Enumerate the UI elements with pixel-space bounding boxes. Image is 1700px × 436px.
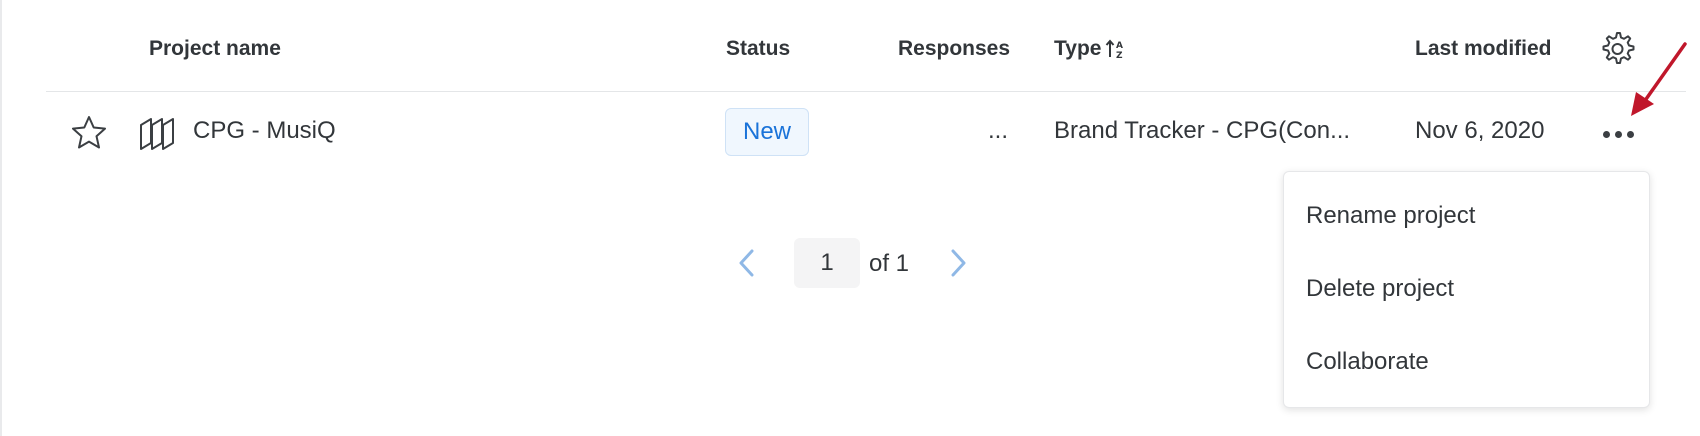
status-badge: New <box>725 108 809 156</box>
more-dots-icon <box>1614 130 1622 138</box>
annotation-arrow-icon <box>1631 42 1687 116</box>
column-header-type-label: Type <box>1054 37 1102 60</box>
svg-text:A: A <box>1116 41 1123 51</box>
menu-item-delete-project[interactable]: Delete project <box>1306 275 1454 303</box>
table-row[interactable]: CPG - MusiQ New ... Brand Tracker - CPG(… <box>46 93 1686 173</box>
project-stack-icon <box>140 118 174 150</box>
column-header-responses[interactable]: Responses <box>898 37 1010 61</box>
project-actions-menu: Rename project Delete project Collaborat… <box>1283 171 1650 408</box>
more-actions-button[interactable] <box>1598 123 1638 145</box>
column-header-last-modified[interactable]: Last modified <box>1415 37 1552 61</box>
project-name-link[interactable]: CPG - MusiQ <box>193 117 336 145</box>
table-header: Project name Status Responses Type A Z L… <box>46 0 1686 92</box>
menu-item-collaborate[interactable]: Collaborate <box>1306 348 1429 376</box>
chevron-right-icon[interactable] <box>945 246 973 280</box>
chevron-left-icon[interactable] <box>732 246 760 280</box>
responses-value: ... <box>988 117 1009 144</box>
last-modified-value: Nov 6, 2020 <box>1415 117 1545 144</box>
more-dots-icon <box>1602 130 1610 138</box>
menu-item-rename-project[interactable]: Rename project <box>1306 202 1475 230</box>
projects-panel: Project name Status Responses Type A Z L… <box>0 0 1700 436</box>
column-header-project-name[interactable]: Project name <box>149 37 281 61</box>
type-value: Brand Tracker - CPG(Con... <box>1054 117 1351 144</box>
column-header-type[interactable]: Type A Z <box>1054 37 1127 61</box>
column-header-status[interactable]: Status <box>726 37 790 61</box>
sort-ascending-icon: A Z <box>1106 39 1123 61</box>
svg-text:Z: Z <box>1116 51 1123 61</box>
more-dots-icon <box>1626 130 1634 138</box>
star-icon[interactable] <box>70 114 108 152</box>
page-count-label: of 1 <box>869 250 910 277</box>
page-number-input[interactable]: 1 <box>794 238 860 288</box>
